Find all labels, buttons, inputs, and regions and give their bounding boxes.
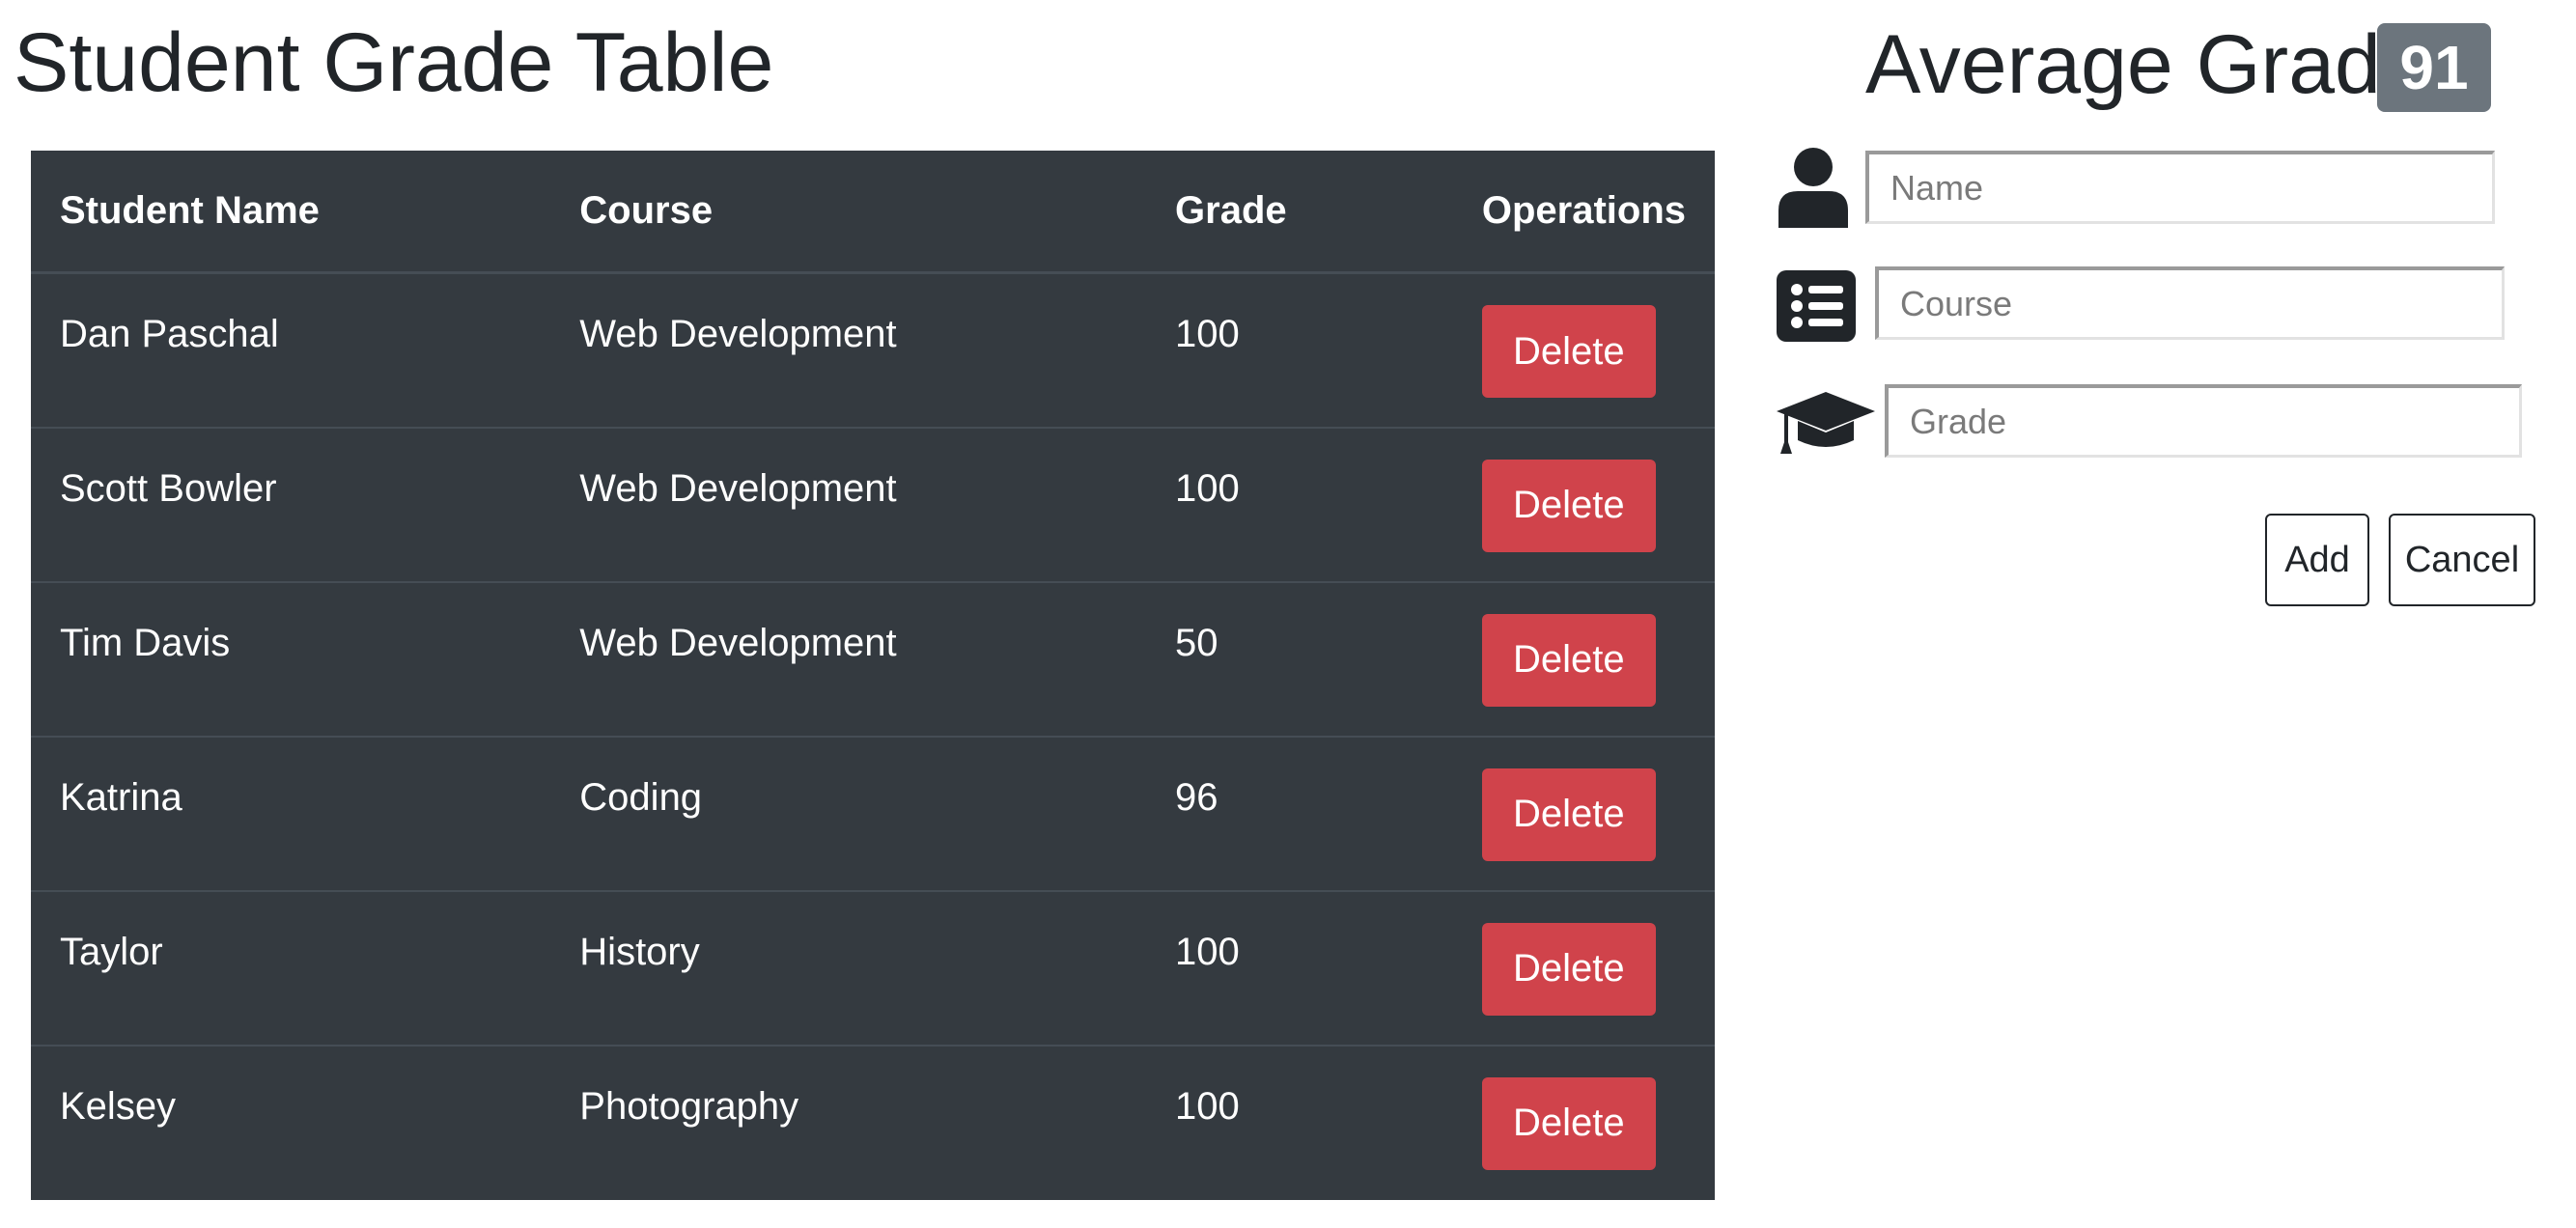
header-operations: Operations (1452, 151, 1715, 274)
grade-table: Student Name Course Grade Operations Dan… (31, 151, 1715, 1200)
page-title: Student Grade Table (14, 16, 774, 109)
cell-grade: 100 (1146, 426, 1453, 582)
cell-operations: Delete (1452, 889, 1715, 1046)
table-row: Kelsey Photography 100 Delete (31, 1044, 1715, 1200)
cell-grade: 50 (1146, 580, 1453, 737)
graduation-cap-icon (1775, 390, 1877, 460)
cell-student-name: Dan Paschal (31, 271, 551, 428)
table-row: Scott Bowler Web Development 100 Delete (31, 426, 1715, 582)
cell-course: Web Development (550, 426, 1147, 582)
delete-button[interactable]: Delete (1481, 922, 1656, 1016)
table-row: Taylor History 100 Delete (31, 889, 1715, 1046)
cell-course: History (550, 889, 1147, 1046)
cell-grade: 100 (1146, 1044, 1453, 1200)
delete-button[interactable]: Delete (1481, 768, 1656, 861)
cell-operations: Delete (1452, 426, 1715, 582)
table-row: Katrina Coding 96 Delete (31, 735, 1715, 891)
add-button[interactable]: Add (2265, 514, 2369, 606)
cell-grade: 96 (1146, 735, 1453, 891)
cell-operations: Delete (1452, 1044, 1715, 1200)
page: Student Grade Table Student Name Course … (0, 0, 2576, 1228)
header-course: Course (550, 151, 1147, 274)
cell-student-name: Scott Bowler (31, 426, 551, 582)
cell-student-name: Kelsey (31, 1044, 551, 1200)
cell-operations: Delete (1452, 271, 1715, 428)
cell-operations: Delete (1452, 735, 1715, 891)
average-grade-heading: Average Grade (1865, 18, 2427, 111)
cell-course: Web Development (550, 271, 1147, 428)
course-input[interactable] (1875, 266, 2505, 340)
header-student-name: Student Name (31, 151, 551, 274)
cell-course: Photography (550, 1044, 1147, 1200)
cell-grade: 100 (1146, 889, 1453, 1046)
user-icon (1777, 147, 1850, 233)
grade-input[interactable] (1885, 384, 2522, 458)
delete-button[interactable]: Delete (1481, 613, 1656, 707)
table-header-row: Student Name Course Grade Operations (31, 151, 1715, 274)
name-input[interactable] (1865, 151, 2495, 224)
cancel-button[interactable]: Cancel (2389, 514, 2535, 606)
cell-student-name: Taylor (31, 889, 551, 1046)
delete-button[interactable]: Delete (1481, 459, 1656, 552)
cell-grade: 100 (1146, 271, 1453, 428)
cell-student-name: Katrina (31, 735, 551, 891)
delete-button[interactable]: Delete (1481, 305, 1656, 398)
cell-operations: Delete (1452, 580, 1715, 737)
cell-course: Coding (550, 735, 1147, 891)
delete-button[interactable]: Delete (1481, 1076, 1656, 1170)
list-icon (1777, 270, 1856, 347)
header-grade: Grade (1146, 151, 1453, 274)
table-row: Dan Paschal Web Development 100 Delete (31, 271, 1715, 428)
cell-course: Web Development (550, 580, 1147, 737)
table-row: Tim Davis Web Development 50 Delete (31, 580, 1715, 737)
average-grade-badge: 91 (2377, 23, 2491, 112)
cell-student-name: Tim Davis (31, 580, 551, 737)
